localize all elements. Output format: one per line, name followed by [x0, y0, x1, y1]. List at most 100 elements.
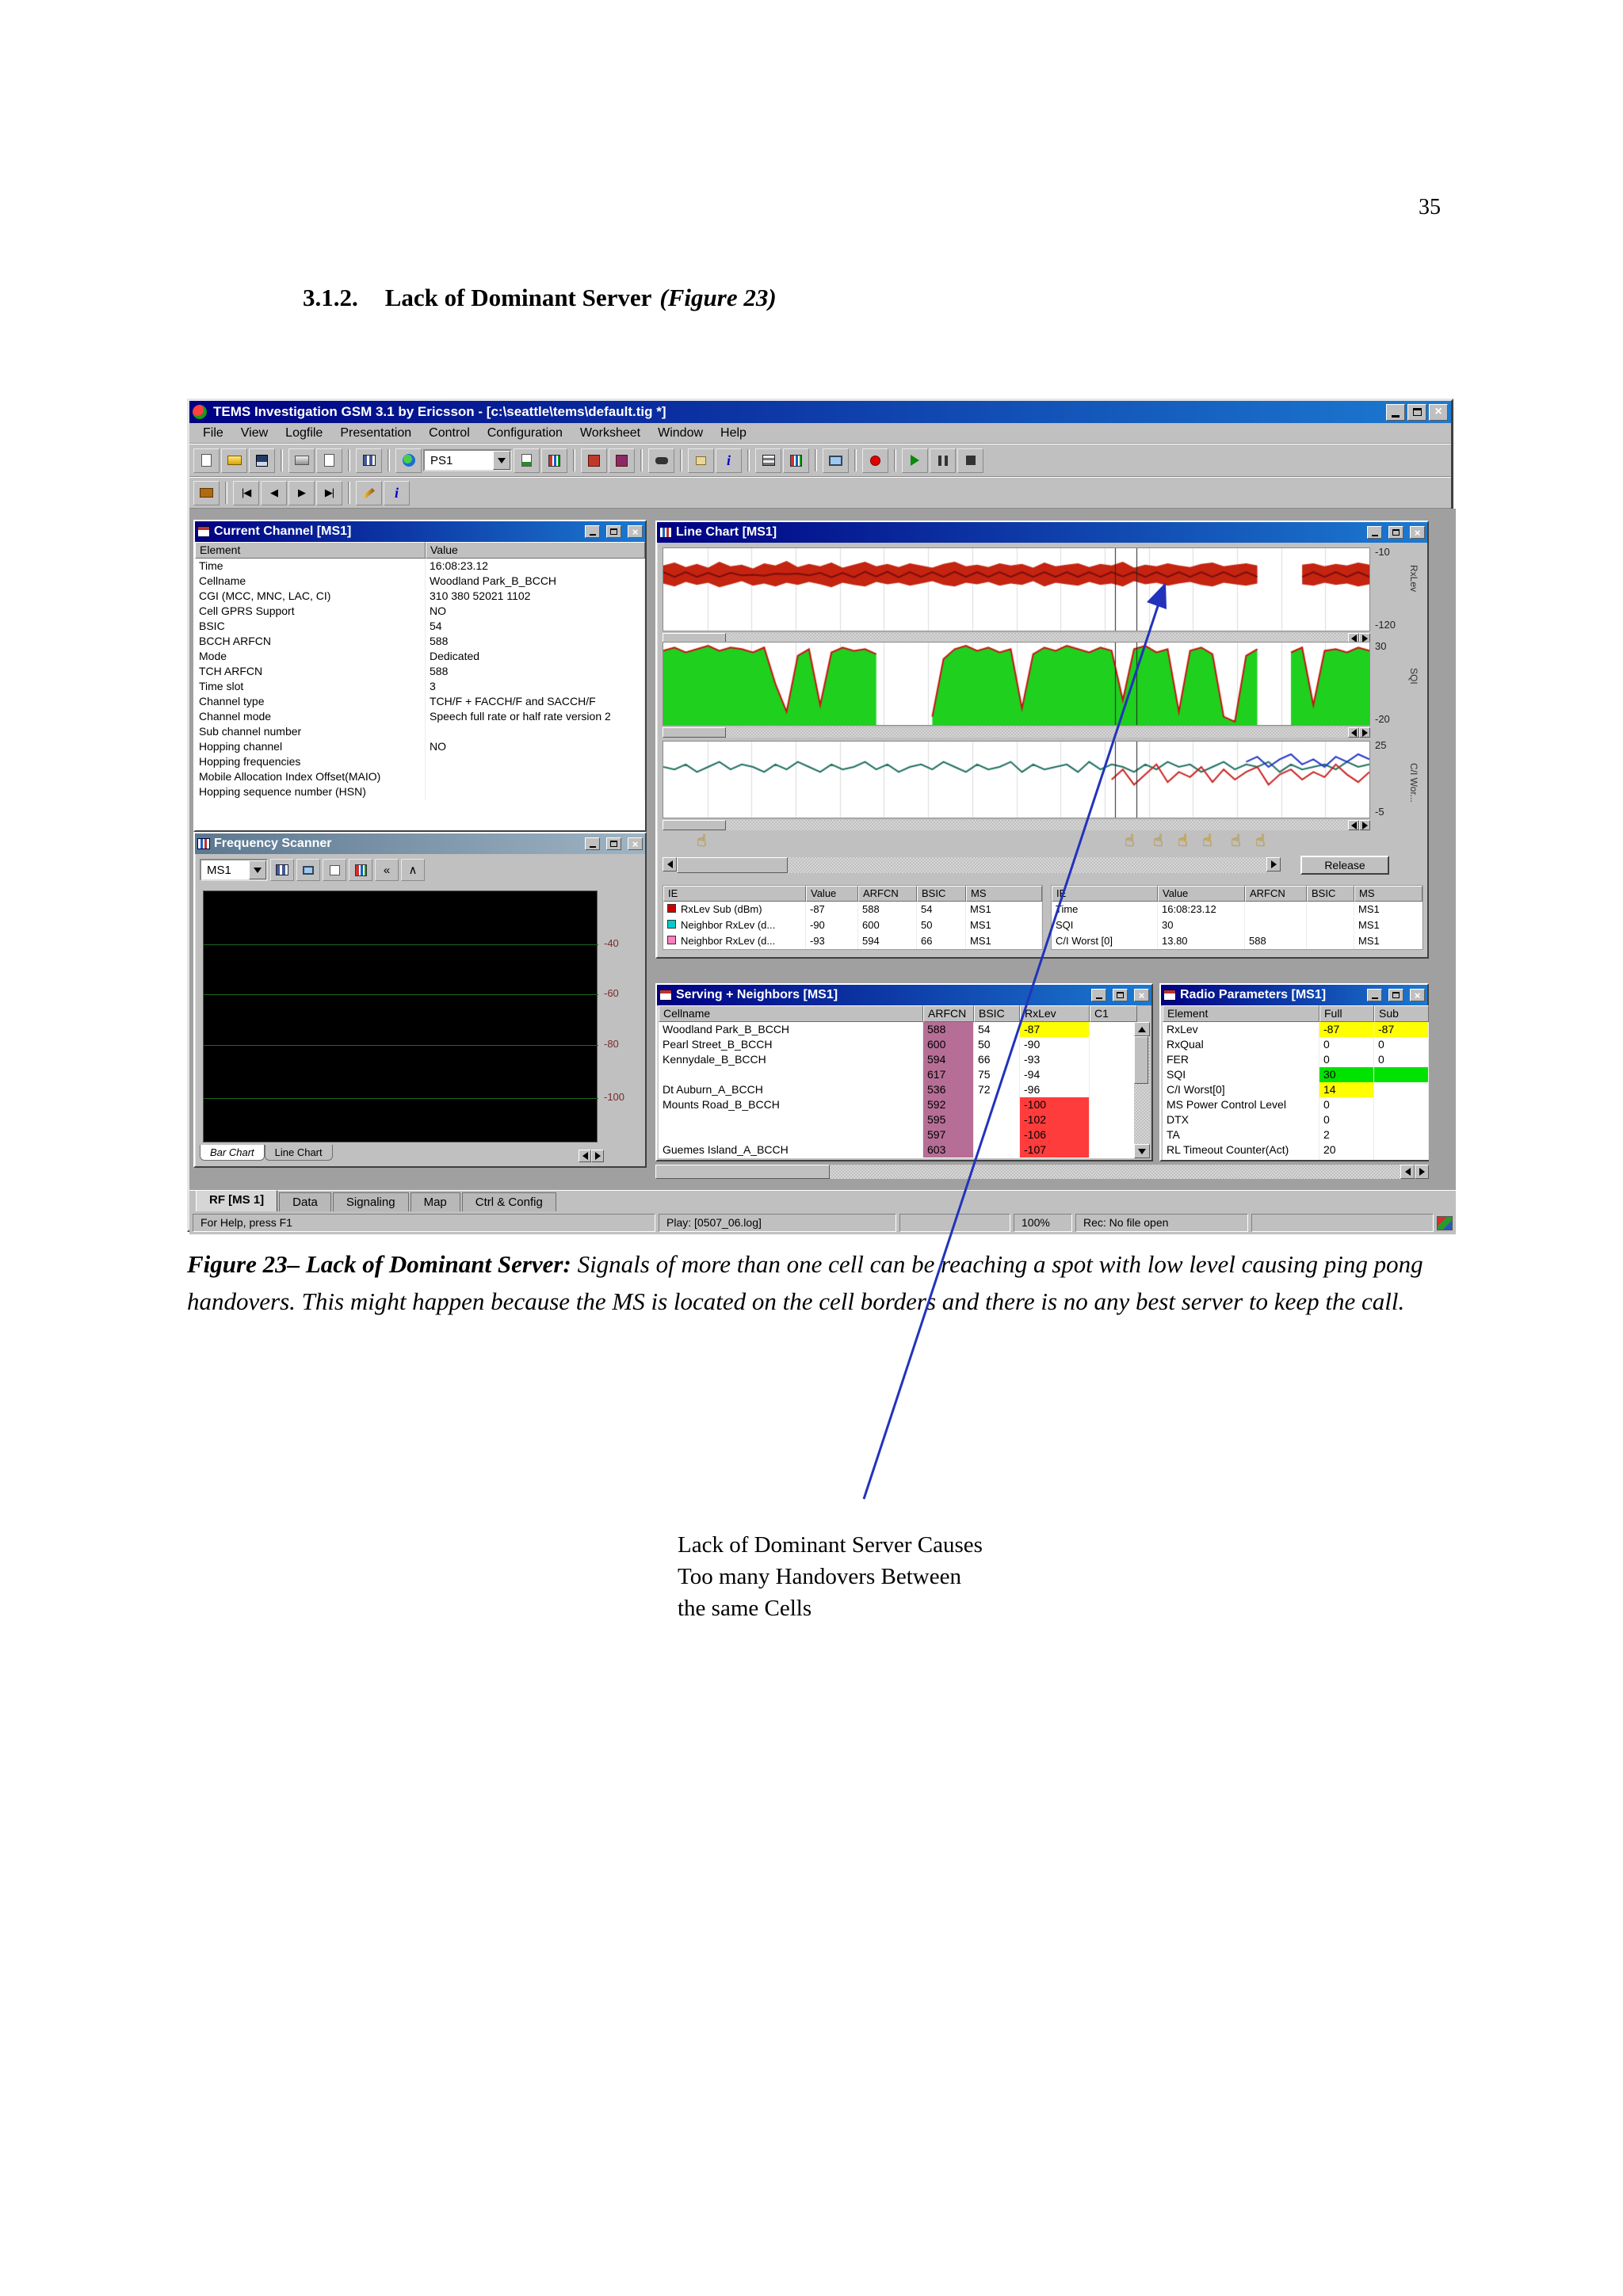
scroll-left-icon[interactable] — [1348, 820, 1359, 830]
close-button[interactable]: × — [1134, 989, 1149, 1001]
maximize-button[interactable] — [1113, 989, 1128, 1001]
worksheet-tab[interactable]: Signaling — [333, 1192, 409, 1211]
column-header[interactable]: C1 — [1090, 1005, 1137, 1022]
table-row[interactable]: C/I Worst[0] 14 — [1163, 1082, 1429, 1097]
column-header[interactable]: Element — [1163, 1005, 1319, 1022]
minimize-button[interactable] — [585, 837, 600, 850]
bar-chart-mode-button[interactable] — [349, 859, 372, 881]
minimize-button[interactable] — [1367, 526, 1382, 539]
chevron-down-icon[interactable] — [493, 451, 510, 470]
legend-row[interactable]: Neighbor RxLev (d... -90 600 50 MS1 — [663, 917, 1042, 933]
column-header[interactable]: Cellname — [659, 1005, 923, 1022]
table-row[interactable]: Mode Dedicated — [195, 649, 645, 664]
table-row[interactable]: Channel type TCH/F + FACCH/F and SACCH/F — [195, 694, 645, 709]
legend-row[interactable]: RxLev Sub (dBm) -87 588 54 MS1 — [663, 902, 1042, 917]
print-button[interactable] — [288, 448, 315, 473]
table-row[interactable]: 617 75 -94 — [659, 1067, 1137, 1082]
table-row[interactable]: TA 2 — [1163, 1127, 1429, 1142]
minimize-button[interactable] — [1367, 989, 1382, 1001]
close-button[interactable]: × — [1429, 404, 1448, 421]
menu-item[interactable]: Logfile — [277, 425, 331, 442]
hand-marker-icon[interactable]: ☝ — [1231, 831, 1241, 851]
scroll-right-icon[interactable] — [1359, 820, 1370, 830]
scroll-right-icon[interactable] — [1266, 857, 1281, 871]
handover-button[interactable] — [581, 448, 607, 473]
column-header[interactable]: RxLev — [1020, 1005, 1090, 1022]
table-row[interactable]: Pearl Street_B_BCCH 600 50 -90 — [659, 1037, 1137, 1052]
table-row[interactable]: FER 0 0 — [1163, 1052, 1429, 1067]
go-to-start-button[interactable]: |◀ — [233, 481, 259, 505]
table-row[interactable]: Cell GPRS Support NO — [195, 604, 645, 619]
worksheet-tab[interactable]: Ctrl & Config — [462, 1192, 556, 1211]
hand-marker-icon[interactable]: ☝ — [1255, 831, 1266, 851]
scroll-left-icon[interactable] — [1400, 1165, 1415, 1179]
release-button[interactable]: Release — [1300, 856, 1389, 875]
legend-row[interactable]: SQI 30 MS1 — [1052, 917, 1423, 933]
frequency-scanner-title-bar[interactable]: Frequency Scanner × — [195, 833, 645, 854]
table-row[interactable]: TCH ARFCN 588 — [195, 664, 645, 679]
scroll-right-icon[interactable] — [1359, 727, 1370, 738]
maximize-button[interactable] — [606, 525, 621, 538]
stop-button[interactable] — [957, 448, 983, 473]
table-row[interactable]: Hopping sequence number (HSN) — [195, 784, 645, 799]
report-button[interactable] — [356, 448, 382, 473]
command-button[interactable] — [755, 448, 781, 473]
table-row[interactable]: Cellname Woodland Park_B_BCCH — [195, 574, 645, 589]
equipment-select[interactable]: PS1 — [423, 449, 512, 471]
line-chart-title-bar[interactable]: Line Chart [MS1] × — [657, 522, 1427, 543]
step-back-button[interactable]: ◀ — [261, 481, 287, 505]
column-header[interactable]: Value — [426, 542, 645, 559]
logfile-info-button[interactable]: i — [384, 481, 410, 505]
column-header[interactable]: BSIC — [1307, 886, 1354, 902]
phone-button[interactable] — [648, 448, 674, 473]
legend-toggle-button[interactable] — [323, 859, 346, 881]
table-row[interactable]: Dt Auburn_A_BCCH 536 72 -96 — [659, 1082, 1137, 1097]
table-row[interactable]: Mounts Road_B_BCCH 592 -100 — [659, 1097, 1137, 1112]
menu-item[interactable]: Worksheet — [571, 425, 649, 442]
table-row[interactable]: SQI 30 — [1163, 1067, 1429, 1082]
worksheet-tab[interactable]: Map — [411, 1192, 460, 1211]
collapse-up-button[interactable]: ∧ — [401, 859, 425, 881]
new-button[interactable] — [193, 448, 220, 473]
record-button[interactable] — [862, 448, 888, 473]
table-row[interactable]: 595 -102 — [659, 1112, 1137, 1127]
logfile-icon-button[interactable] — [193, 481, 220, 505]
info-button[interactable]: i — [716, 448, 742, 473]
column-header[interactable]: BSIC — [974, 1005, 1020, 1022]
monitor-button[interactable] — [823, 448, 849, 473]
menu-item[interactable]: Window — [649, 425, 712, 442]
lock-button[interactable] — [688, 448, 714, 473]
table-row[interactable]: RxLev -87 -87 — [1163, 1022, 1429, 1037]
column-header[interactable]: ARFCN — [1245, 886, 1307, 902]
time-scrollbar[interactable] — [663, 857, 1281, 873]
grid-toggle-button[interactable] — [296, 859, 320, 881]
strip-scrollbar[interactable] — [663, 727, 1370, 738]
scanner-tab[interactable]: Bar Chart — [200, 1145, 265, 1161]
menu-item[interactable]: Configuration — [479, 425, 571, 442]
app-title-bar[interactable]: TEMS Investigation GSM 3.1 by Ericsson -… — [189, 401, 1451, 423]
table-row[interactable]: Channel mode Speech full rate or half ra… — [195, 709, 645, 724]
maximize-button[interactable] — [1388, 526, 1403, 539]
scroll-up-icon[interactable] — [1134, 1022, 1150, 1036]
maximize-button[interactable] — [606, 837, 621, 850]
scanner-tab[interactable]: Line Chart — [265, 1145, 333, 1161]
hand-marker-icon[interactable]: ☝ — [1125, 831, 1135, 851]
scroll-right-icon[interactable] — [591, 1150, 604, 1162]
column-header[interactable]: Value — [806, 886, 858, 902]
sqi-chart-strip[interactable] — [663, 642, 1370, 726]
table-row[interactable]: Hopping channel NO — [195, 739, 645, 754]
marker-pen-button[interactable] — [356, 481, 382, 505]
legend-row[interactable]: Neighbor RxLev (d... -93 594 66 MS1 — [663, 933, 1042, 949]
equipment-icon[interactable] — [395, 448, 422, 473]
close-button[interactable]: × — [628, 837, 643, 850]
play-button[interactable] — [902, 448, 928, 473]
pane-horizontal-scrollbar[interactable] — [655, 1165, 1429, 1179]
scroll-left-icon[interactable] — [579, 1150, 591, 1162]
scanner-plot-area[interactable] — [203, 891, 598, 1142]
table-row[interactable]: CGI (MCC, MNC, LAC, CI) 310 380 52021 11… — [195, 589, 645, 604]
table-row[interactable]: RxQual 0 0 — [1163, 1037, 1429, 1052]
column-header[interactable]: Full — [1319, 1005, 1374, 1022]
hand-marker-icon[interactable]: ☝ — [1202, 831, 1212, 851]
hand-marker-icon[interactable]: ☝ — [1178, 831, 1188, 851]
table-row[interactable]: Sub channel number — [195, 724, 645, 739]
